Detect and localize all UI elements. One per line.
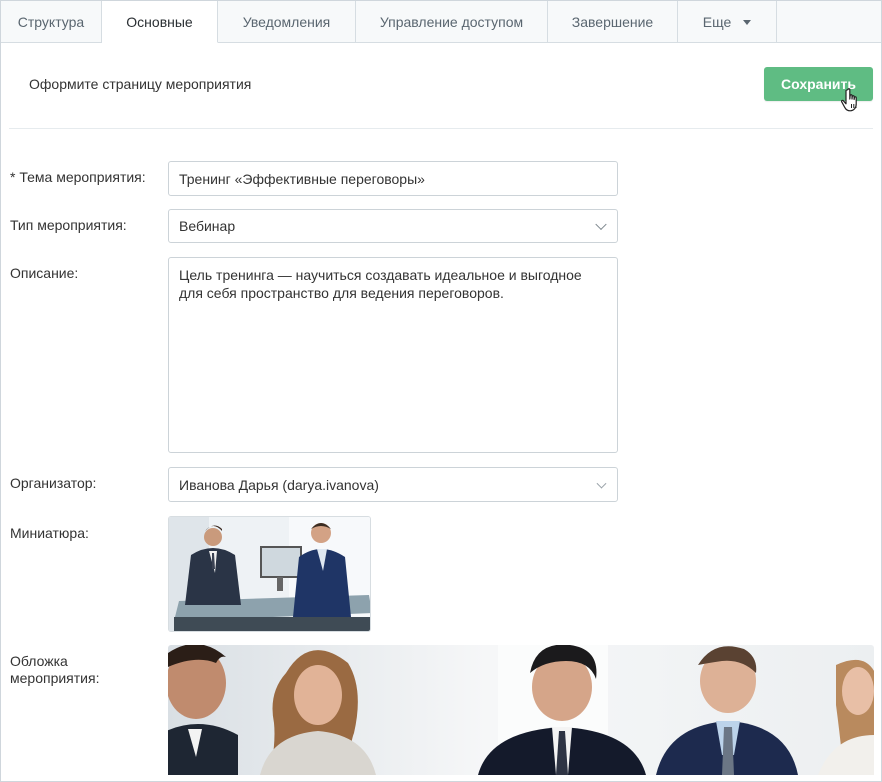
cover-label-line1: Обложка: [10, 653, 68, 669]
tab-notifications[interactable]: Уведомления: [218, 1, 356, 42]
type-label: Тип мероприятия:: [10, 217, 127, 233]
tab-label: Уведомления: [242, 13, 331, 30]
organizer-select[interactable]: Иванова Дарья (darya.ivanova): [168, 467, 618, 502]
header-divider: [9, 128, 873, 129]
hand-pointer-icon: [841, 88, 857, 112]
tab-basic[interactable]: Основные: [102, 1, 218, 43]
cover-image[interactable]: [168, 645, 874, 775]
tab-bar: Структура Основные Уведомления Управлени…: [1, 1, 881, 43]
type-value: Вебинар: [179, 218, 236, 234]
event-settings-window: Структура Основные Уведомления Управлени…: [0, 0, 882, 782]
organizer-label: Организатор:: [10, 475, 97, 491]
cover-label: Обложка мероприятия:: [10, 653, 99, 687]
topic-input[interactable]: Тренинг «Эффективные переговоры»: [168, 161, 618, 196]
tab-label: Еще: [702, 13, 732, 30]
organizer-value: Иванова Дарья (darya.ivanova): [179, 476, 379, 493]
page-subtitle: Оформите страницу мероприятия: [29, 76, 252, 92]
tab-structure[interactable]: Структура: [1, 1, 102, 42]
tab-completion[interactable]: Завершение: [548, 1, 678, 42]
page-header: Оформите страницу мероприятия Сохранить: [1, 43, 881, 129]
thumbnail-label: Миниатюра:: [10, 525, 89, 541]
tab-label: Структура: [17, 13, 85, 30]
tab-label: Основные: [126, 13, 193, 30]
caret-down-icon: [743, 20, 752, 25]
topic-label: * Тема мероприятия:: [10, 169, 146, 185]
tab-access-control[interactable]: Управление доступом: [356, 1, 548, 42]
chevron-down-icon: [596, 478, 607, 489]
type-select[interactable]: Вебинар: [168, 209, 618, 243]
chevron-down-icon: [595, 218, 607, 231]
cover-label-line2: мероприятия:: [10, 670, 100, 686]
tab-more[interactable]: Еще: [678, 1, 777, 42]
tab-label: Завершение: [571, 13, 654, 30]
tab-label: Управление доступом: [379, 13, 524, 30]
description-label: Описание:: [10, 265, 79, 281]
topic-value: Тренинг «Эффективные переговоры»: [179, 170, 425, 187]
description-textarea[interactable]: Цель тренинга — научиться создавать идеа…: [168, 257, 618, 453]
thumbnail-image[interactable]: [168, 516, 371, 632]
